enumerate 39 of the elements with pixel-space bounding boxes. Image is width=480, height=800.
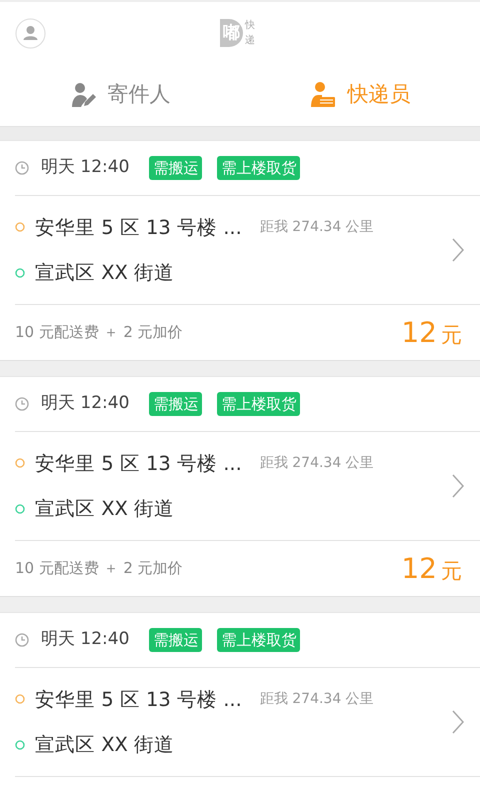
origin-dot-icon — [15, 222, 25, 232]
destination-dot-icon — [15, 740, 25, 750]
price-amount: 12 元 — [401, 314, 462, 350]
pickup-time: 明天 12:40 — [41, 392, 130, 416]
requirement-tag: 需上楼取货 — [217, 156, 300, 180]
logo-mark: 嘟 — [220, 19, 243, 47]
logo-text: 快递 — [245, 18, 255, 48]
fee-breakdown: 10 元配送费 ＋ 2 元加价 — [15, 322, 183, 344]
origin-address: 安华里 5 区 13 号楼 ... — [35, 686, 242, 713]
requirement-tag: 需上楼取货 — [217, 628, 300, 652]
destination-address: 宣武区 XX 街道 — [35, 732, 174, 758]
requirement-tag: 需搬运 — [149, 628, 202, 652]
origin-address: 安华里 5 区 13 号楼 ... — [35, 450, 242, 477]
chevron-right-icon[interactable] — [452, 710, 464, 734]
distance-text: 距我 274.34 公里 — [260, 218, 374, 237]
chevron-right-icon[interactable] — [452, 238, 464, 262]
fee-breakdown: 10 元配送费 ＋ 2 元加价 — [15, 558, 183, 580]
destination-address: 宣武区 XX 街道 — [35, 496, 174, 522]
person-pen-icon — [70, 82, 96, 108]
clock-icon — [15, 161, 29, 175]
origin-dot-icon — [15, 694, 25, 704]
price-amount: 12 元 — [401, 550, 462, 586]
requirement-tag: 需搬运 — [149, 392, 202, 416]
clock-icon — [15, 397, 29, 411]
destination-dot-icon — [15, 268, 25, 278]
distance-text: 距我 274.34 公里 — [260, 454, 374, 473]
distance-text: 距我 274.34 公里 — [260, 690, 374, 709]
courier-box-icon — [310, 82, 336, 108]
origin-address: 安华里 5 区 13 号楼 ... — [35, 214, 242, 241]
clock-icon — [15, 633, 29, 647]
destination-address: 宣武区 XX 街道 — [35, 260, 174, 286]
pickup-time: 明天 12:40 — [41, 156, 130, 180]
avatar-button[interactable] — [15, 18, 46, 49]
destination-dot-icon — [15, 504, 25, 514]
chevron-right-icon[interactable] — [452, 474, 464, 498]
requirement-tag: 需搬运 — [149, 156, 202, 180]
origin-dot-icon — [15, 458, 25, 468]
requirement-tag: 需上楼取货 — [217, 392, 300, 416]
pickup-time: 明天 12:40 — [41, 628, 130, 652]
